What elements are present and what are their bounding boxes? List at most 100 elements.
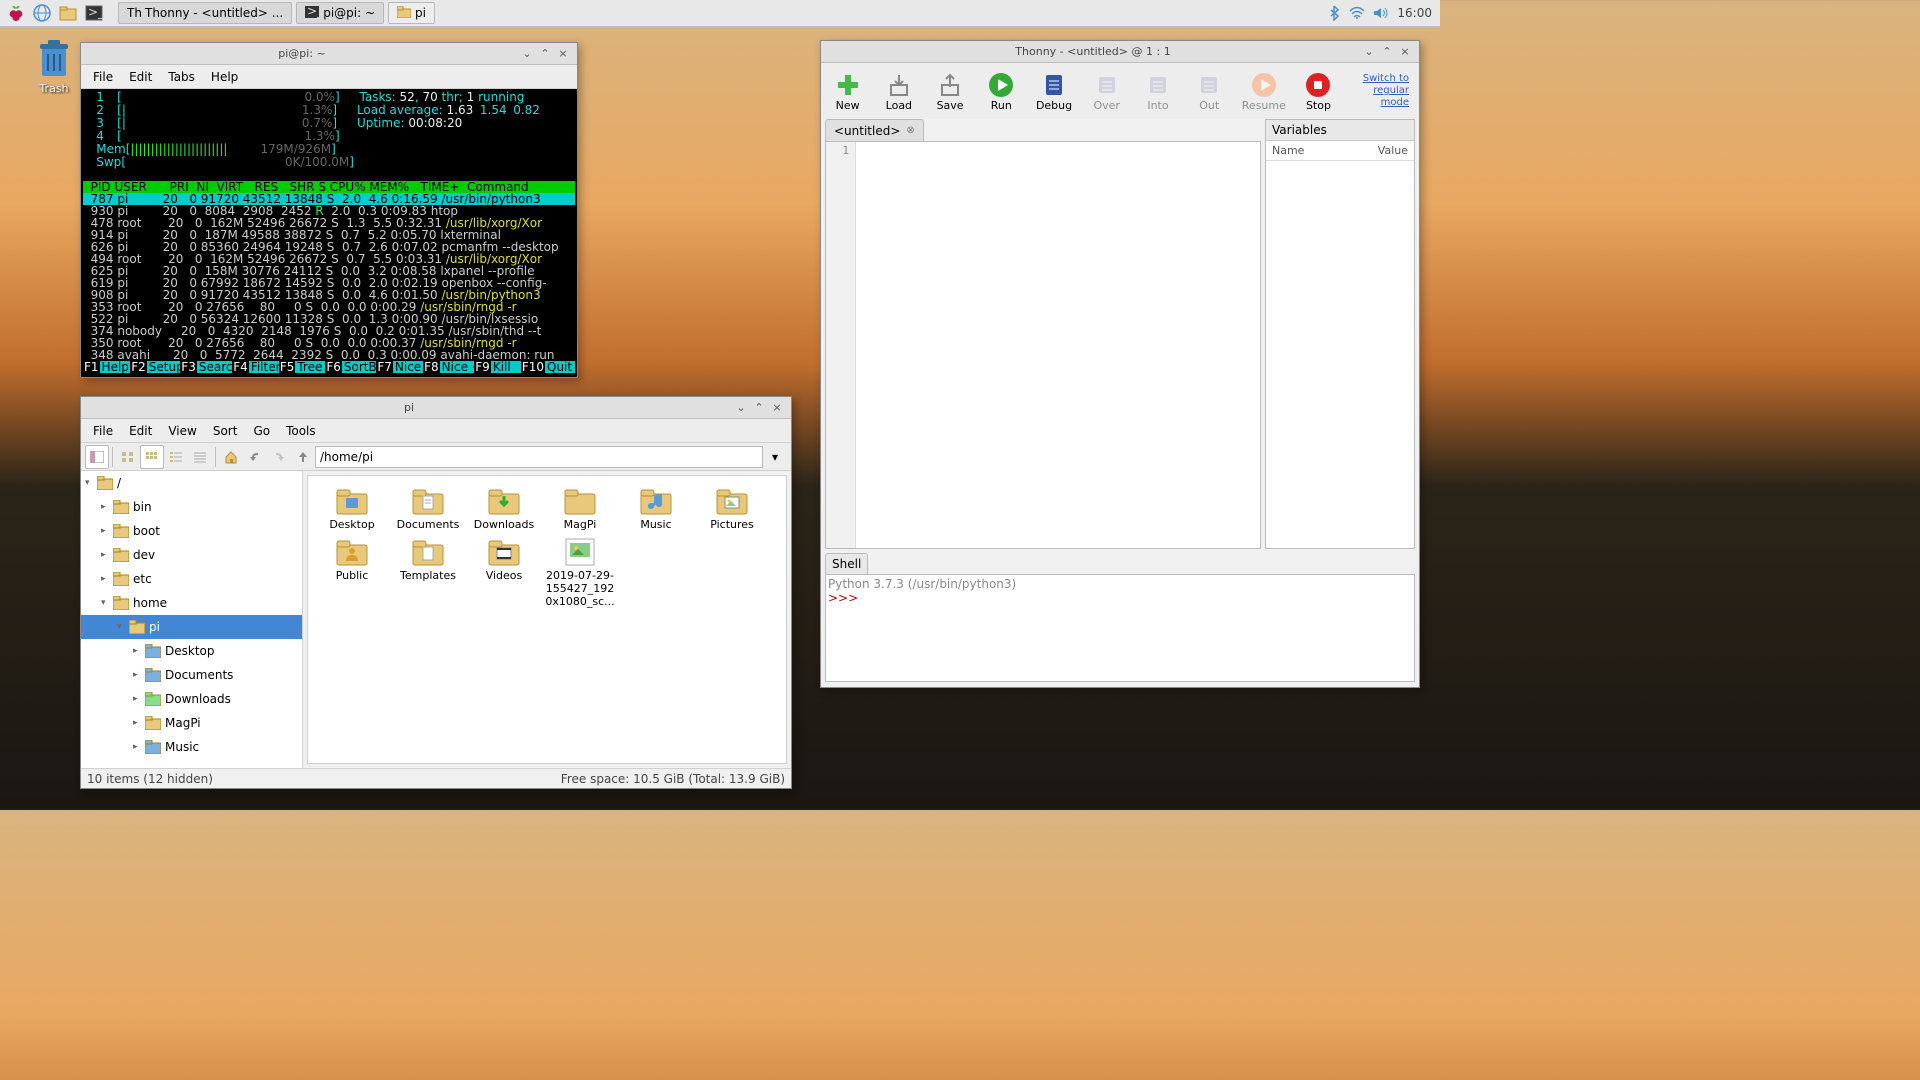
thonny-titlebar[interactable]: Thonny - <untitled> @ 1 : 1 ⌄ ⌃ × [821,41,1419,63]
minimize-icon[interactable]: ⌄ [1361,44,1377,60]
tree-item-Documents[interactable]: ▸Documents [81,663,302,687]
view-detail-icon[interactable] [188,445,212,469]
menu-edit[interactable]: Edit [121,67,160,87]
thonny-toolbar: NewLoadSaveRunDebugOverIntoOutResumeStop… [821,63,1419,119]
file-icon-music[interactable]: Music [620,484,692,531]
filemanager-menubar: FileEditViewSortGoTools [81,419,791,443]
variables-title: Variables [1266,120,1414,141]
maximize-icon[interactable]: ⌃ [1379,44,1395,60]
tree-item-pi[interactable]: ▾pi [81,615,302,639]
menu-sort[interactable]: Sort [205,421,246,441]
maximize-icon[interactable]: ⌃ [751,400,767,416]
filemanager-titlebar[interactable]: pi ⌄ ⌃ × [81,397,791,419]
tree-item-MagPi[interactable]: ▸MagPi [81,711,302,735]
tool-over: Over [1090,71,1123,112]
tool-save[interactable]: Save [933,71,966,112]
tree-item-Music[interactable]: ▸Music [81,735,302,759]
switch-mode-link[interactable]: Switch toregular mode [1353,73,1409,109]
tree-item-etc[interactable]: ▸etc [81,567,302,591]
menu-tabs[interactable]: Tabs [160,67,203,87]
close-icon[interactable]: × [769,400,785,416]
code-editor[interactable]: 1 [825,141,1261,549]
home-icon[interactable] [219,445,243,469]
raspberry-menu-icon[interactable] [4,1,28,25]
minimize-icon[interactable]: ⌄ [733,400,749,416]
tool-load[interactable]: Load [882,71,915,112]
svg-text:>_: >_ [307,6,319,18]
taskbar-app-thonny[interactable]: ThThonny - <untitled> ... [118,2,292,24]
tree-item-/[interactable]: ▾/ [81,471,302,495]
taskbar-app-terminal[interactable]: >_pi@pi: ~ [296,2,384,24]
wifi-icon[interactable] [1349,6,1365,20]
web-icon[interactable] [30,1,54,25]
editor-tab[interactable]: <untitled>⊗ [825,119,924,141]
back-icon[interactable] [243,445,267,469]
terminal-titlebar[interactable]: pi@pi: ~ ⌄ ⌃ × [81,43,577,65]
tree-item-Downloads[interactable]: ▸Downloads [81,687,302,711]
tree-item-boot[interactable]: ▸boot [81,519,302,543]
filemanager-window: pi ⌄ ⌃ × FileEditViewSortGoTools ▾ ▾/▸bi… [80,396,792,789]
view-sidepane-icon[interactable] [85,445,109,469]
tool-into: Into [1141,71,1174,112]
tab-close-icon[interactable]: ⊗ [906,125,914,136]
tool-debug[interactable]: Debug [1036,71,1072,112]
view-list-icon[interactable] [164,445,188,469]
tree-item-home[interactable]: ▾home [81,591,302,615]
tool-out: Out [1193,71,1226,112]
file-icon-pictures[interactable]: Pictures [696,484,768,531]
terminal-icon[interactable]: >_ [82,1,106,25]
minimize-icon[interactable]: ⌄ [519,46,535,62]
variables-panel: Variables NameValue [1265,119,1415,549]
clock[interactable]: 16:00 [1397,6,1432,20]
shell-tab[interactable]: Shell [825,553,868,574]
file-icon-magpi[interactable]: MagPi [544,484,616,531]
menu-go[interactable]: Go [245,421,278,441]
up-icon[interactable] [291,445,315,469]
menu-edit[interactable]: Edit [121,421,160,441]
menu-help[interactable]: Help [203,67,246,87]
file-icon-templates[interactable]: Templates [392,535,464,608]
terminal-menubar: FileEditTabsHelp [81,65,577,89]
vars-col-name[interactable]: Name [1266,141,1340,160]
filemanager-iconview[interactable]: DesktopDocumentsDownloadsMagPiMusicPictu… [307,475,787,764]
volume-icon[interactable] [1373,6,1389,20]
view-small-icons-icon[interactable] [140,445,164,469]
menu-tools[interactable]: Tools [278,421,324,441]
path-input[interactable] [315,446,763,468]
tree-item-dev[interactable]: ▸dev [81,543,302,567]
terminal-content[interactable]: 1 [ 0.0%] Tasks: 52, 70 thr; 1 running 2… [81,89,577,377]
tool-new[interactable]: New [831,71,864,112]
path-dropdown-icon[interactable]: ▾ [763,445,787,469]
tree-item-bin[interactable]: ▸bin [81,495,302,519]
filemanager-statusbar: 10 items (12 hidden)Free space: 10.5 GiB… [81,768,791,788]
file-icon-videos[interactable]: Videos [468,535,540,608]
menu-file[interactable]: File [85,421,121,441]
tree-item-Desktop[interactable]: ▸Desktop [81,639,302,663]
vars-col-value[interactable]: Value [1340,141,1414,160]
maximize-icon[interactable]: ⌃ [537,46,553,62]
taskbar-app-filemanager[interactable]: pi [388,2,435,24]
menu-view[interactable]: View [160,421,204,441]
tool-run[interactable]: Run [985,71,1018,112]
file-icon-desktop[interactable]: Desktop [316,484,388,531]
gutter: 1 [826,142,856,548]
file-icon-2019-07-29-155427-1920x1080-sc-[interactable]: 2019-07-29-155427_1920x1080_sc... [544,535,616,608]
shell-body[interactable]: Python 3.7.3 (/usr/bin/python3) >>> [825,574,1415,682]
thonny-window: Thonny - <untitled> @ 1 : 1 ⌄ ⌃ × New Loa… [820,40,1420,688]
file-icon-downloads[interactable]: Downloads [468,484,540,531]
menu-file[interactable]: File [85,67,121,87]
file-icon-documents[interactable]: Documents [392,484,464,531]
shell-version-line: Python 3.7.3 (/usr/bin/python3) [828,577,1412,591]
tool-stop[interactable]: Stop [1302,71,1335,112]
bluetooth-icon[interactable] [1327,5,1341,21]
trash-icon[interactable]: Trash [30,34,78,95]
filemanager-tree[interactable]: ▾/▸bin▸boot▸dev▸etc▾home▾pi▸Desktop▸Docu… [81,471,303,768]
svg-text:>_: >_ [88,5,103,19]
forward-icon[interactable] [267,445,291,469]
terminal-window: pi@pi: ~ ⌄ ⌃ × FileEditTabsHelp 1 [ 0.0%… [80,42,578,378]
view-icons-icon[interactable] [116,445,140,469]
file-icon-public[interactable]: Public [316,535,388,608]
close-icon[interactable]: × [1397,44,1413,60]
close-icon[interactable]: × [555,46,571,62]
filemanager-icon[interactable] [56,1,80,25]
